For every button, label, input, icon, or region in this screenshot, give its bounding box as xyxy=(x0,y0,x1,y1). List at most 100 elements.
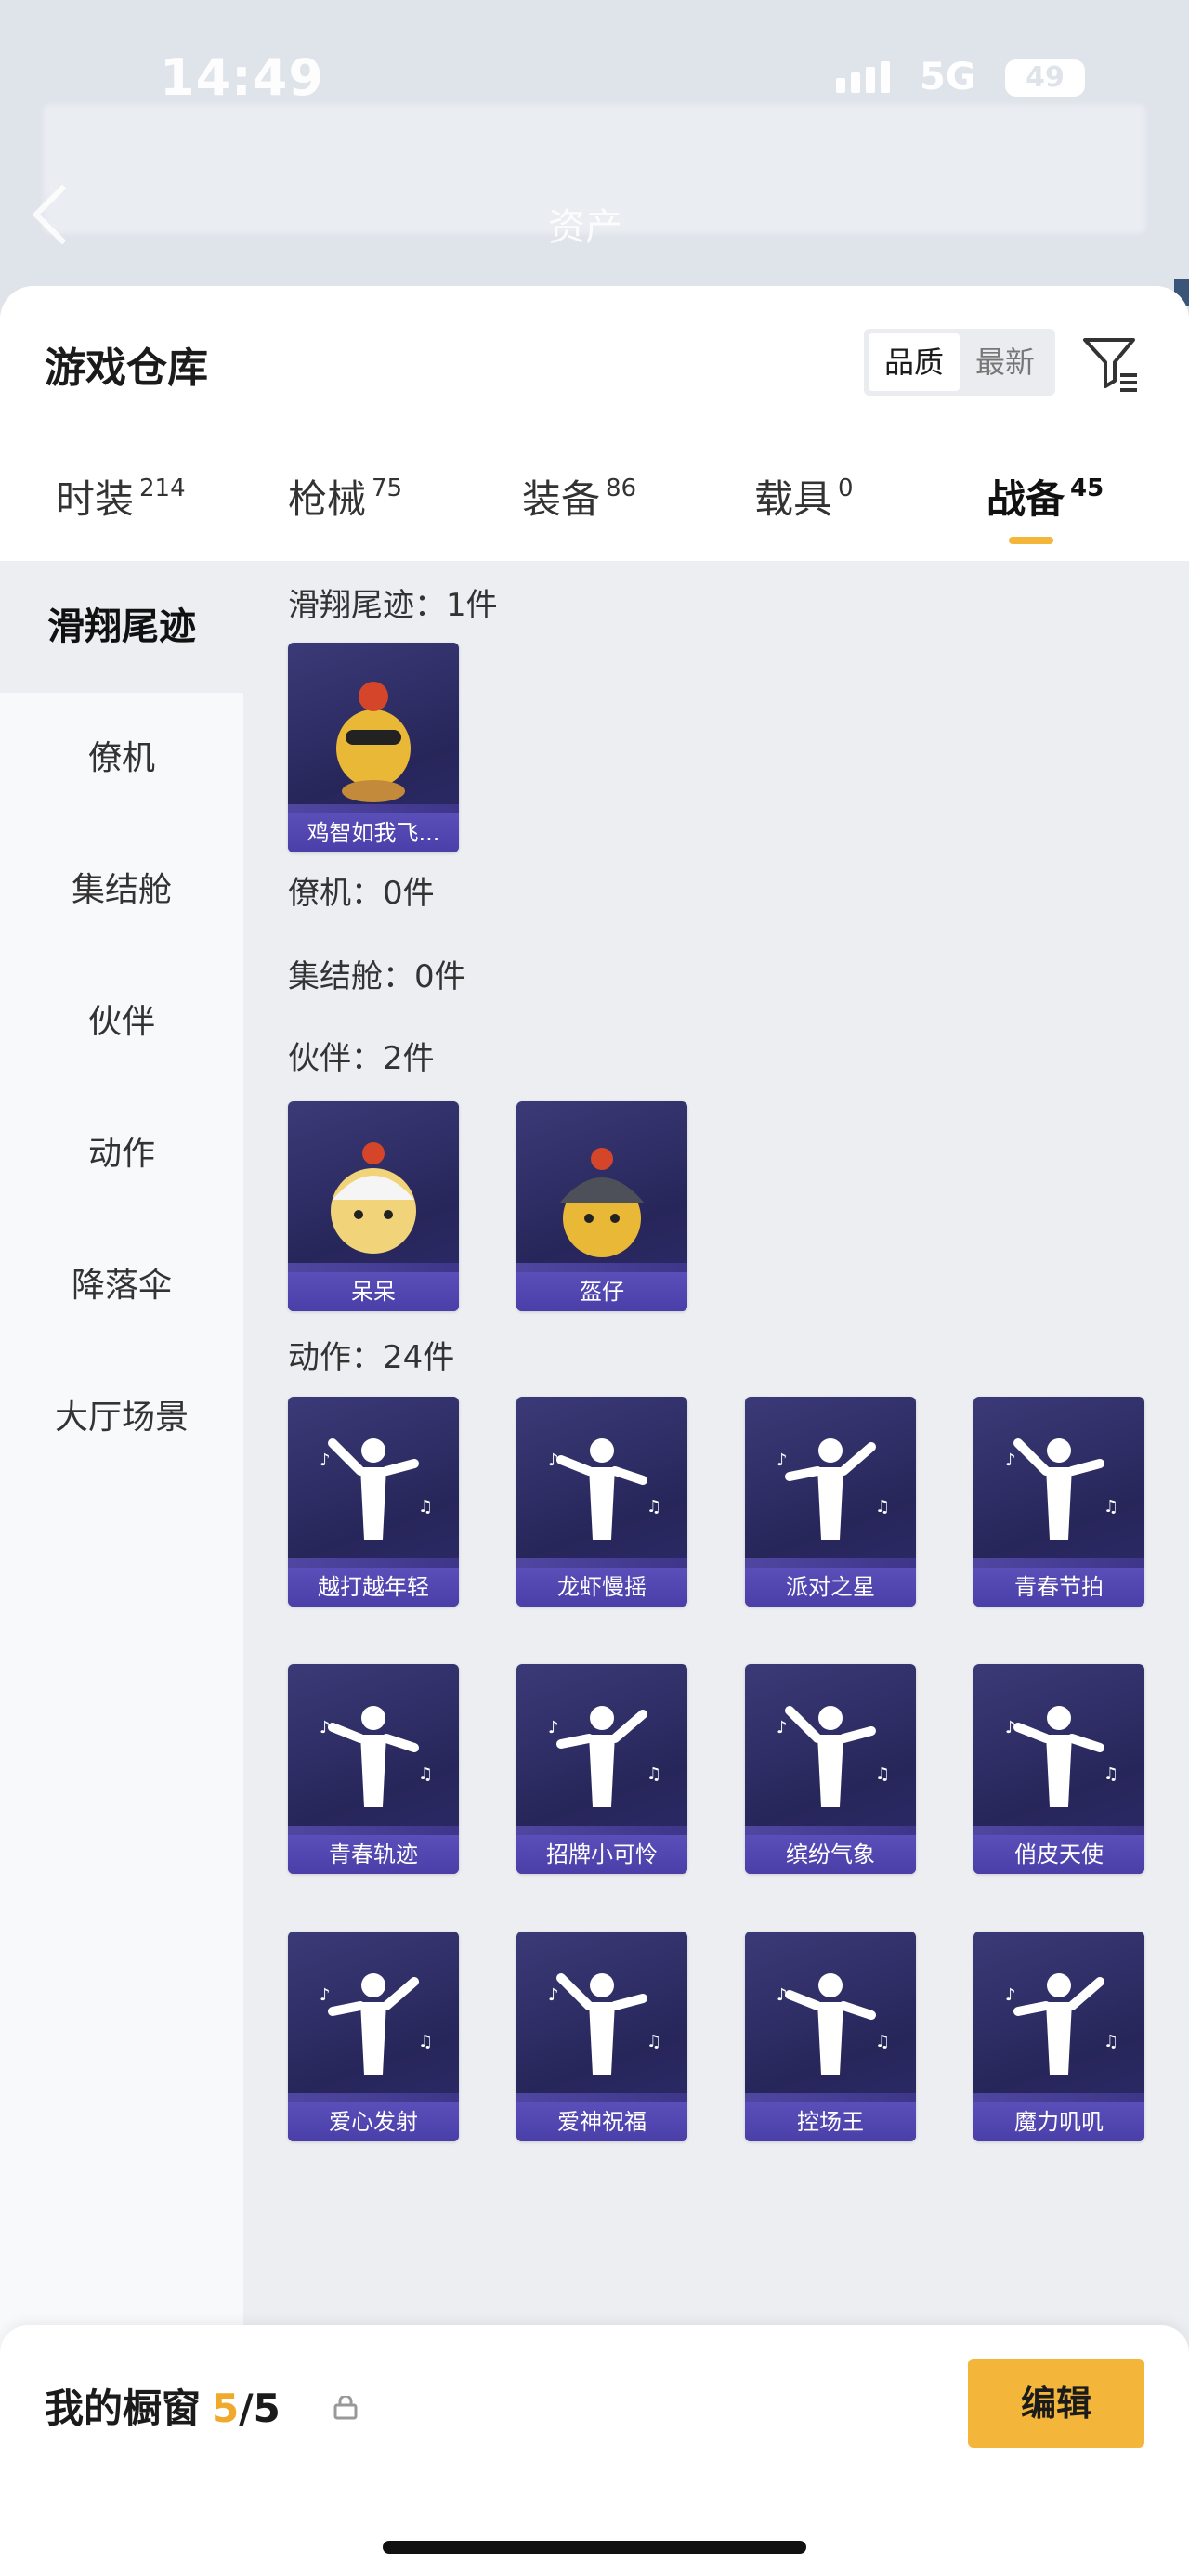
item-card[interactable]: ♪ ♫ 青春轨迹 xyxy=(288,1664,459,1874)
sidebar-item-pod[interactable]: 集结舱 xyxy=(0,825,243,956)
tab-equipment[interactable]: 装备 86 xyxy=(522,468,636,525)
item-label: 龙虾慢摇 xyxy=(516,1568,687,1607)
chicken-glider-icon xyxy=(336,682,411,802)
sort-quality-button[interactable]: 品质 xyxy=(869,333,960,391)
svg-text:♫: ♫ xyxy=(647,2032,661,2051)
card-strip xyxy=(516,2093,687,2102)
item-card[interactable]: ♪ ♫ 缤纷气象 xyxy=(745,1664,916,1874)
item-label: 盔仔 xyxy=(516,1272,687,1311)
svg-text:♫: ♫ xyxy=(875,1497,890,1516)
item-card[interactable]: ♪ ♫ 爱神祝福 xyxy=(516,1932,687,2141)
svg-text:♪: ♪ xyxy=(548,1451,559,1470)
item-label: 爱神祝福 xyxy=(516,2102,687,2141)
home-indicator xyxy=(383,2541,806,2554)
svg-text:♫: ♫ xyxy=(418,1764,433,1784)
dancer-icon: ♪♫ xyxy=(320,1706,433,1807)
battery-icon: 49 xyxy=(1005,59,1085,97)
sort-newest-button[interactable]: 最新 xyxy=(960,333,1051,391)
tab-vehicles[interactable]: 载具 0 xyxy=(754,468,854,525)
svg-text:♫: ♫ xyxy=(875,2032,890,2051)
item-label: 越打越年轻 xyxy=(288,1568,459,1607)
dancer-icon: ♪♫ xyxy=(548,1973,661,2075)
card-strip xyxy=(288,1558,459,1568)
status-time: 14:49 xyxy=(160,48,324,107)
item-card[interactable]: ♪ ♫ 招牌小可怜 xyxy=(516,1664,687,1874)
item-card[interactable]: ♪ ♫ 控场王 xyxy=(745,1932,916,2141)
sidebar-item-wingman[interactable]: 僚机 xyxy=(0,693,243,825)
tab-fashion[interactable]: 时装 214 xyxy=(56,468,186,525)
card-strip xyxy=(973,2093,1144,2102)
tab-battle-prep[interactable]: 战备 45 xyxy=(986,468,1104,525)
item-label: 爱心发射 xyxy=(288,2102,459,2141)
card-strip xyxy=(288,1826,459,1835)
item-label: 派对之星 xyxy=(745,1568,916,1607)
svg-text:♪: ♪ xyxy=(320,1985,331,2005)
card-strip xyxy=(288,1263,459,1272)
svg-text:♪: ♪ xyxy=(777,1718,788,1737)
sidebar-item-partner[interactable]: 伙伴 xyxy=(0,956,243,1088)
dancer-icon: ♪♫ xyxy=(1005,1973,1118,2075)
filter-icon[interactable] xyxy=(1079,332,1141,394)
svg-text:♪: ♪ xyxy=(320,1451,331,1470)
svg-text:♫: ♫ xyxy=(1104,1764,1118,1784)
svg-text:♪: ♪ xyxy=(777,1985,788,2005)
category-tabs: 时装 214 枪械 75 装备 86 载具 0 战备 45 xyxy=(0,468,1189,561)
sidebar-item-action[interactable]: 动作 xyxy=(0,1088,243,1220)
item-label: 青春节拍 xyxy=(973,1568,1144,1607)
svg-text:♫: ♫ xyxy=(1104,1497,1118,1516)
tab-weapons[interactable]: 枪械 75 xyxy=(288,468,402,525)
sidebar-item-glide-trail[interactable]: 滑翔尾迹 xyxy=(0,561,243,693)
dancer-icon: ♪♫ xyxy=(777,1706,890,1807)
section-title-pod: 集结舱：0件 xyxy=(288,958,466,995)
dancer-icon: ♪♫ xyxy=(1005,1438,1118,1540)
item-card[interactable]: 呆呆 xyxy=(288,1101,459,1311)
svg-text:♫: ♫ xyxy=(647,1497,661,1516)
item-label: 俏皮天使 xyxy=(973,1835,1144,1874)
svg-text:♪: ♪ xyxy=(548,1718,559,1737)
card-strip xyxy=(516,1558,687,1568)
svg-text:♪: ♪ xyxy=(548,1985,559,2005)
page-title: 游戏仓库 xyxy=(45,345,208,392)
sidebar: 滑翔尾迹 僚机 集结舱 伙伴 动作 降落伞 大厅场景 xyxy=(0,561,243,2576)
warehouse-sheet: 游戏仓库 品质 最新 时装 214 枪械 75 装备 86 载具 0 战备 45 滑翔尾迹… xyxy=(0,286,1189,2576)
svg-text:♪: ♪ xyxy=(777,1451,788,1470)
item-card[interactable]: ♪ ♫ 俏皮天使 xyxy=(973,1664,1144,1874)
card-strip xyxy=(288,804,459,813)
showcase-count: 5 xyxy=(212,2386,240,2431)
sidebar-item-parachute[interactable]: 降落伞 xyxy=(0,1220,243,1352)
svg-text:♪: ♪ xyxy=(320,1718,331,1737)
item-label: 缤纷气象 xyxy=(745,1835,916,1874)
lock-icon xyxy=(333,2396,358,2420)
header-title: 资产 xyxy=(548,206,622,249)
item-card[interactable]: ♪ ♫ 爱心发射 xyxy=(288,1932,459,2141)
item-card[interactable]: ♪ ♫ 青春节拍 xyxy=(973,1397,1144,1607)
svg-text:♫: ♫ xyxy=(1104,2032,1118,2051)
network-label: 5G xyxy=(920,56,976,98)
item-card[interactable]: ♪ ♫ 越打越年轻 xyxy=(288,1397,459,1607)
svg-text:♪: ♪ xyxy=(1005,1451,1016,1470)
card-strip xyxy=(973,1558,1144,1568)
item-card[interactable]: ♪ ♫ 龙虾慢摇 xyxy=(516,1397,687,1607)
section-title-glide: 滑翔尾迹：1件 xyxy=(288,587,498,624)
item-card[interactable]: ♪ ♫ 魔力叽叽 xyxy=(973,1932,1144,2141)
item-label: 青春轨迹 xyxy=(288,1835,459,1874)
dancer-icon: ♪♫ xyxy=(777,1973,890,2075)
item-label: 招牌小可怜 xyxy=(516,1835,687,1874)
status-bar: 14:49 5G 49 xyxy=(0,0,1189,158)
sidebar-item-lobby-scene[interactable]: 大厅场景 xyxy=(0,1352,243,1484)
item-card[interactable]: 盔仔 xyxy=(516,1101,687,1311)
card-strip xyxy=(745,1558,916,1568)
sheet-header: 游戏仓库 品质 最新 时装 214 枪械 75 装备 86 载具 0 战备 45 xyxy=(0,286,1189,561)
card-strip xyxy=(516,1263,687,1272)
svg-text:♫: ♫ xyxy=(647,1764,661,1784)
item-list: 滑翔尾迹：1件 鸡智如我飞... 僚机：0件 集结舱：0件 伙伴：2件 呆呆 盔… xyxy=(243,561,1189,2576)
svg-text:♫: ♫ xyxy=(875,1764,890,1784)
item-label: 呆呆 xyxy=(288,1272,459,1311)
item-card[interactable]: 鸡智如我飞... xyxy=(288,643,459,852)
edit-button[interactable]: 编辑 xyxy=(968,2359,1144,2448)
item-card[interactable]: ♪ ♫ 派对之星 xyxy=(745,1397,916,1607)
dancer-icon: ♪♫ xyxy=(320,1438,433,1540)
svg-text:♪: ♪ xyxy=(1005,1718,1016,1737)
showcase-title: 我的橱窗 5/5 xyxy=(45,2386,281,2431)
svg-text:♪: ♪ xyxy=(1005,1985,1016,2005)
